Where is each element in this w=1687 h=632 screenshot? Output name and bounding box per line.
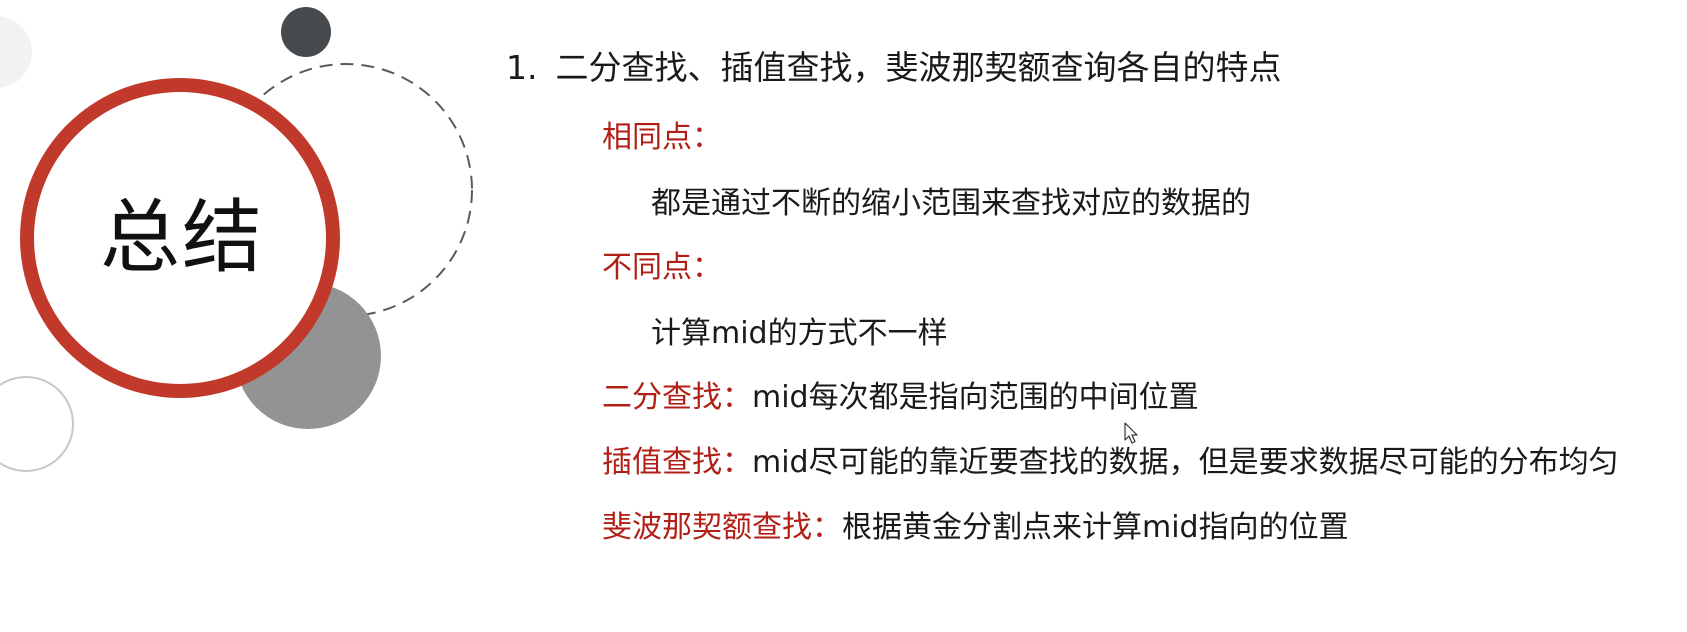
binary-search-line: 二分查找：mid每次都是指向范围的中间位置: [602, 378, 1199, 418]
similarities-text: 都是通过不断的缩小范围来查找对应的数据的: [651, 186, 1251, 221]
similarities-label-line: 相同点：: [602, 118, 722, 158]
decorative-circles: [0, 7, 473, 472]
similarities-label: 相同点：: [602, 120, 722, 155]
interpolation-search-text: mid尽可能的靠近要查找的数据，但是要求数据尽可能的分布均匀: [752, 445, 1619, 480]
mouse-pointer-icon: [1124, 422, 1138, 444]
summary-heading: 1. 二分查找、插值查找，斐波那契额查询各自的特点: [506, 46, 1282, 90]
summary-badge-title: 总结: [100, 191, 264, 284]
differences-label: 不同点：: [602, 250, 722, 285]
similarities-text-line: 都是通过不断的缩小范围来查找对应的数据的: [651, 184, 1251, 224]
differences-text: 计算mid的方式不一样: [651, 316, 948, 351]
interpolation-search-label: 插值查找：: [602, 445, 752, 480]
outline-circle: [0, 376, 74, 472]
differences-label-line: 不同点：: [602, 248, 722, 288]
heading-text: 二分查找、插值查找，斐波那契额查询各自的特点: [555, 48, 1282, 87]
fibonacci-search-line: 斐波那契额查找：根据黄金分割点来计算mid指向的位置: [602, 508, 1349, 548]
fibonacci-search-text: 根据黄金分割点来计算mid指向的位置: [842, 510, 1349, 545]
dark-gray-circle: [281, 7, 331, 57]
heading-number: 1.: [506, 48, 538, 87]
differences-text-line: 计算mid的方式不一样: [651, 314, 948, 354]
binary-search-label: 二分查找：: [602, 380, 752, 415]
binary-search-text: mid每次都是指向范围的中间位置: [752, 380, 1199, 415]
fibonacci-search-label: 斐波那契额查找：: [602, 510, 842, 545]
light-gray-circle: [0, 16, 32, 88]
interpolation-search-line: 插值查找：mid尽可能的靠近要查找的数据，但是要求数据尽可能的分布均匀: [602, 443, 1619, 483]
